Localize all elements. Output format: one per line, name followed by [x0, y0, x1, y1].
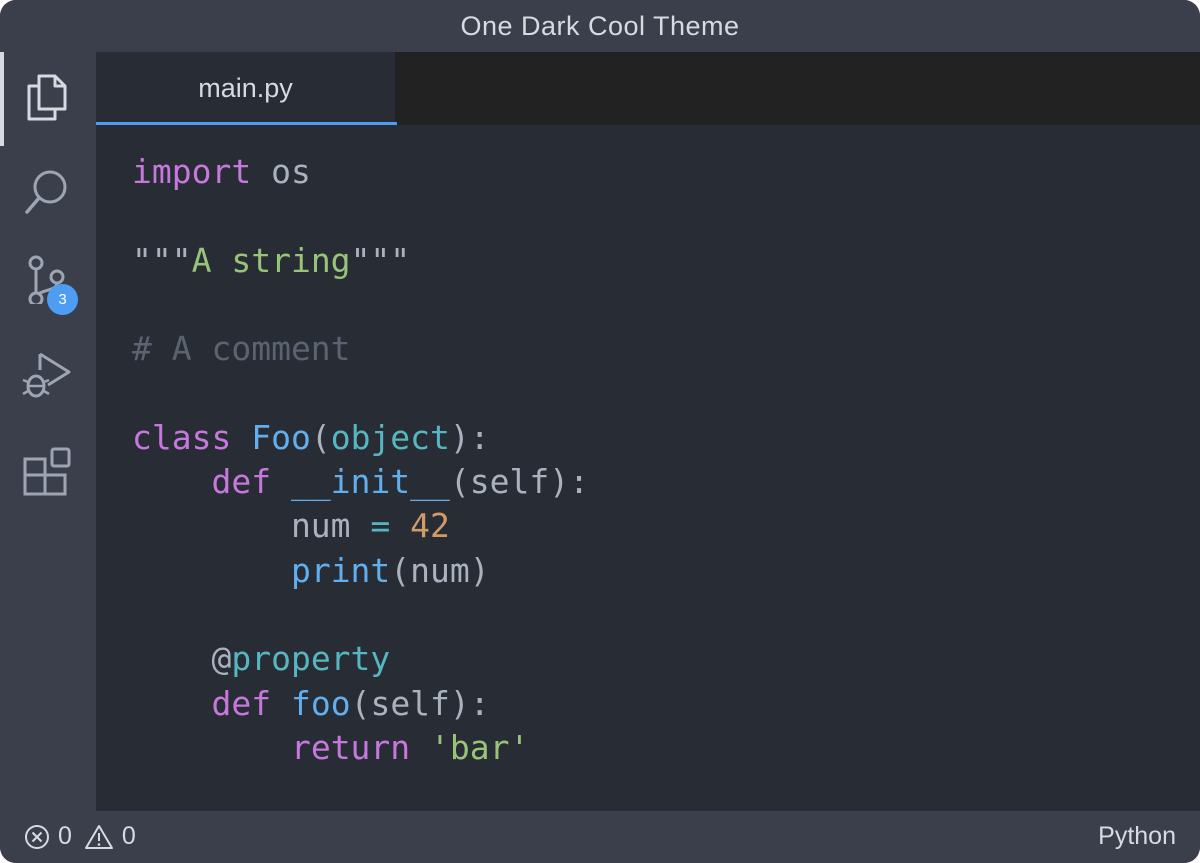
code-token: def — [211, 683, 272, 723]
code-token: num — [132, 506, 371, 546]
code-token: object — [330, 417, 450, 457]
code-line[interactable]: def __init__(self): — [132, 460, 589, 504]
error-count: 0 — [58, 822, 72, 850]
code-line[interactable]: import os — [132, 150, 589, 194]
code-line[interactable]: ​ — [132, 371, 589, 415]
run-debug-icon — [22, 352, 71, 398]
code-token: (num) — [390, 550, 490, 590]
code-token: # A comment — [132, 329, 351, 369]
activity-run-debug[interactable] — [0, 328, 96, 416]
code-token: print — [290, 550, 391, 590]
code-line[interactable]: print(num) — [132, 549, 589, 593]
tab-label: main.py — [198, 73, 293, 103]
code-token: """ — [132, 240, 192, 280]
extensions-icon — [23, 447, 71, 496]
activity-bar: 3 — [0, 52, 96, 811]
warning-triangle-icon — [84, 824, 113, 849]
tab-main-py[interactable]: main.py — [96, 52, 397, 125]
code-token: __init__ — [290, 462, 450, 502]
code-line[interactable]: return 'bar' — [132, 726, 589, 770]
status-problems[interactable]: 0 0 — [24, 822, 148, 851]
code-token: def — [211, 462, 272, 502]
code-token: 'bar' — [430, 727, 530, 767]
code-content[interactable]: import os​"""A string"""​# A comment​cla… — [132, 150, 589, 770]
code-line[interactable]: @property — [132, 637, 589, 681]
code-token: """ — [350, 240, 411, 280]
code-token: foo — [290, 683, 351, 723]
source-control-badge: 3 — [47, 284, 78, 315]
window-title: One Dark Cool Theme — [460, 10, 740, 41]
code-line[interactable]: # A comment — [132, 327, 589, 371]
code-token: ( — [310, 417, 331, 457]
code-token: import — [132, 152, 252, 191]
tab-strip: main.py — [96, 52, 1200, 125]
activity-extensions[interactable] — [0, 426, 96, 514]
code-line[interactable]: class Foo(object): — [132, 416, 589, 460]
status-bar: 0 0 Python — [0, 811, 1200, 863]
code-token: Foo — [251, 417, 311, 457]
code-token: 42 — [410, 506, 450, 546]
code-token: os — [251, 152, 311, 191]
code-token: (self): — [350, 683, 490, 723]
activity-search[interactable] — [0, 146, 96, 234]
search-icon — [25, 170, 67, 214]
code-token: ): — [449, 417, 490, 457]
code-line[interactable]: ​ — [132, 593, 589, 637]
code-token: (self): — [449, 462, 589, 502]
warning-count: 0 — [121, 822, 136, 850]
code-line[interactable]: ​ — [132, 194, 589, 238]
code-line[interactable]: def foo(self): — [132, 682, 589, 726]
code-line[interactable]: num = 42 — [132, 504, 589, 548]
code-line[interactable]: ​ — [132, 283, 589, 327]
code-token: property — [231, 639, 391, 679]
code-token: return — [290, 727, 411, 767]
code-editor[interactable]: import os​"""A string"""​# A comment​cla… — [96, 125, 1200, 811]
files-icon — [27, 74, 67, 121]
activity-source-control[interactable]: 3 — [0, 234, 96, 322]
code-token: A string — [191, 240, 351, 280]
editor-window: One Dark Cool Theme 3 main.py import os … — [0, 0, 1200, 863]
code-line[interactable]: """A string""" — [132, 239, 589, 283]
code-token: = — [370, 506, 391, 546]
title-bar: One Dark Cool Theme — [0, 0, 1200, 52]
language-mode[interactable]: Python — [1098, 822, 1176, 851]
code-token: @ — [132, 639, 232, 679]
activity-explorer[interactable] — [0, 52, 96, 146]
code-token: class — [132, 417, 232, 457]
error-circle-icon — [25, 824, 49, 849]
